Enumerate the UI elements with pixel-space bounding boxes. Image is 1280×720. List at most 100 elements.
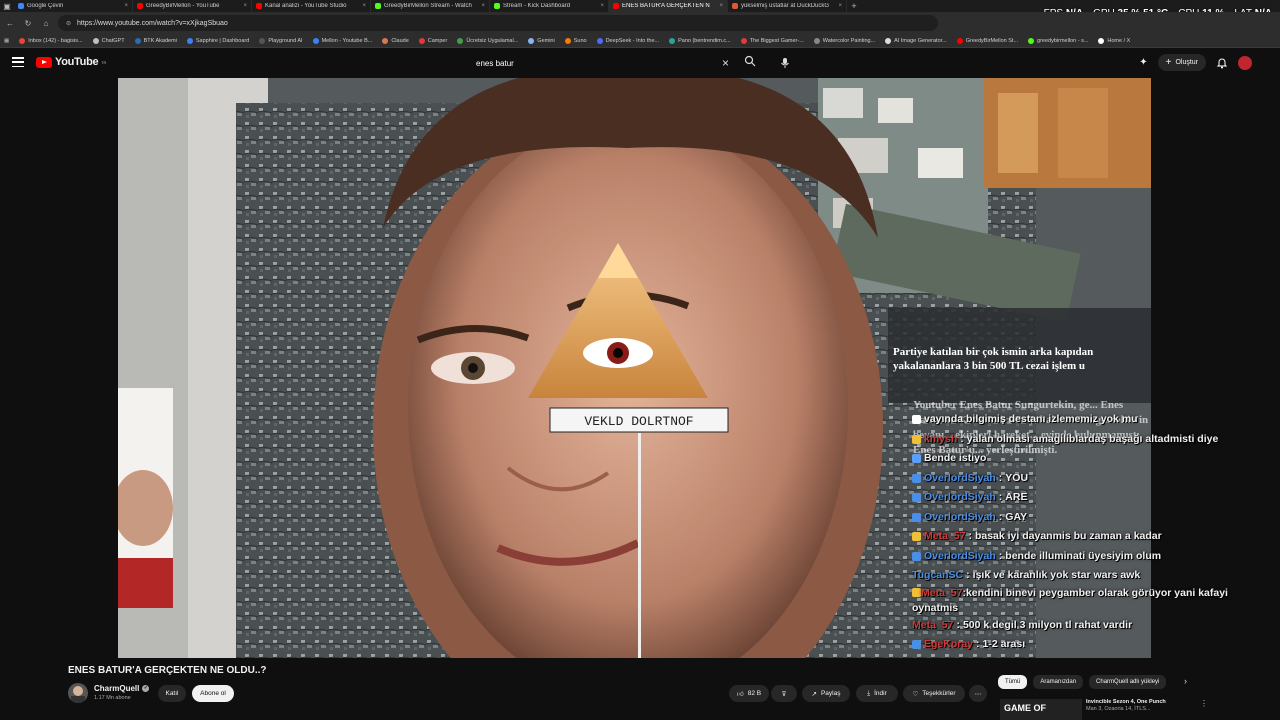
chat-text: bende illuminati üyesiyim olum [1005,549,1162,562]
bookmark-label: Playground AI [268,37,303,44]
bookmark-label: Camper [427,37,448,44]
more-icon: ⋯ [974,690,982,698]
bookmark-label: Inbox (142) - bagisis... [28,37,83,44]
tab-title: Kanal analizi - YouTube Studio [265,3,347,9]
youtube-logo[interactable]: YouTube TR [36,56,106,68]
chat-separator: : [998,491,1003,503]
browser-tab[interactable]: Stream - Kick Dashboard × [490,0,609,12]
share-button[interactable]: ↗ Paylaş [802,685,850,702]
thumbs-down-icon: ⊽ [781,690,787,698]
filter-chip[interactable]: Aramanızdan [1033,675,1084,689]
site-info-icon[interactable]: ⊜ [66,20,71,27]
tab-close-icon[interactable]: × [719,3,723,9]
bookmark-item[interactable]: Suno [564,37,587,44]
browser-tab[interactable]: yükselmiş üstatlar at DuckDuckG × [728,0,847,12]
bookmark-item[interactable]: Watercolor Painting... [813,37,876,44]
cast-icon[interactable]: ✦ [1139,57,1147,68]
channel-avatar[interactable] [68,683,88,703]
bookmark-item[interactable]: Inbox (142) - bagisis... [19,37,83,44]
reload-icon[interactable]: ↻ [22,19,34,28]
bookmark-item[interactable]: Claude [382,37,409,44]
plus-icon: + [1165,57,1172,68]
account-avatar[interactable] [1238,55,1252,70]
bookmark-item[interactable]: Ücretsiz Uygulamal... [457,37,518,44]
guide-menu-icon[interactable] [12,57,24,67]
bookmark-item[interactable]: Mellon - Youtube B... [312,37,372,44]
browser-tab[interactable]: ENES BATUR'A GERÇEKTEN N × [609,0,728,12]
tab-close-icon[interactable]: × [481,3,485,9]
chat-separator: : [966,569,970,581]
chat-text: GAY [1005,510,1028,523]
bookmark-label: BTK Akademi [143,37,177,44]
bookmark-favicon-icon [186,37,193,44]
thumb-text: GAME OF [1004,703,1046,713]
tab-close-icon[interactable]: × [362,3,366,9]
tab-close-icon[interactable]: × [124,3,128,9]
tab-close-icon[interactable]: × [600,3,604,9]
tab-close-icon[interactable]: × [243,3,247,9]
browser-menu-icon[interactable]: ▣ [0,2,14,11]
chat-username: OverlordSiyah [924,471,996,484]
browser-tab[interactable]: Kanal analizi - YouTube Studio × [252,0,371,12]
bookmark-item[interactable]: Playground AI [259,37,303,44]
browser-tab[interactable]: GreedyBirMellon - YouTube × [133,0,252,12]
browser-tab[interactable]: GreedyBirMellon Stream - Watch × [371,0,490,12]
download-button[interactable]: ⤓ İndir [856,685,898,702]
home-icon[interactable]: ⌂ [40,19,52,28]
bookmark-label: Watercolor Painting... [822,37,876,44]
filter-chip[interactable]: Tümü [998,675,1028,689]
next-video-menu-icon[interactable]: ⋮ [1200,699,1208,708]
like-button[interactable]: 👍︎ 82 B [729,685,769,702]
subscribe-button[interactable]: Abone ol [192,685,234,702]
chat-text: ARE [1005,491,1028,503]
chat-message: Meta_57: basak iyi dayanmis bu zaman a ka… [912,527,1252,547]
bookmark-label: The Biggest Gamer-... [749,37,804,44]
chat-username: OverlordSiyah [924,491,996,503]
chips-next-icon[interactable]: › [1184,676,1187,686]
next-video-thumbnail[interactable]: GAME OF [1000,699,1082,720]
chat-text: basak iyi dayanmis bu zaman a kadar [974,530,1162,542]
chat-username: TugcanSC [912,569,964,581]
chat-separator: : [998,471,1003,484]
bookmark-item[interactable]: DeepSeek - Into the... [596,37,659,44]
url-input[interactable]: ⊜ https://www.youtube.com/watch?v=xXjkag… [58,15,938,31]
bookmark-item[interactable]: Gemini [528,37,555,44]
bookmarks-bar: ▦ Inbox (142) - bagisis... ChatGPT BTK Aka… [0,34,1280,48]
bookmark-favicon-icon [312,37,319,44]
bookmark-item[interactable]: Camper [418,37,448,44]
tab-title: ENES BATUR'A GERÇEKTEN N [622,3,710,9]
clear-search-icon[interactable]: × [722,56,729,70]
bookmark-item[interactable]: BTK Akademi [134,37,177,44]
bookmark-item[interactable]: Home / X [1098,37,1130,44]
bookmark-item[interactable]: greedybirmellon - s... [1028,37,1088,44]
bookmark-item[interactable]: ChatGPT [92,37,125,44]
bookmark-item[interactable]: GreedyBirMellon St... [956,37,1018,44]
apps-icon[interactable]: ▦ [4,38,9,44]
chat-username: OverlordSiyah [924,549,996,562]
filter-chip[interactable]: CharmQuell adlı yükleyi [1089,675,1167,689]
next-video-title: Invincible Sezon 4, One Punch [1086,699,1166,705]
create-button[interactable]: + Oluştur [1157,54,1206,71]
search-icon[interactable] [744,55,756,67]
browser-tab[interactable]: Google Çeviri × [14,0,133,12]
bookmark-item[interactable]: The Biggest Gamer-... [740,37,804,44]
notifications-bell-icon[interactable] [1216,57,1228,69]
thanks-button[interactable]: ♡ Teşekkürler [903,685,965,702]
dislike-button[interactable]: ⊽ [771,685,797,702]
tab-close-icon[interactable]: × [838,3,842,9]
search-input[interactable]: enes batur × [468,53,768,73]
back-icon[interactable]: ← [4,19,16,28]
address-bar-row: ← ↻ ⌂ ⊜ https://www.youtube.com/watch?v=… [0,12,1280,34]
next-video-item[interactable]: GAME OF Invincible Sezon 4, One Punch Ma… [1000,699,1208,720]
bookmark-item[interactable]: Sapphire | Dashboard [186,37,249,44]
join-button[interactable]: Katıl [158,685,186,702]
chat-text: ışık ve karanlık yok star wars awk [972,569,1141,581]
microphone-icon[interactable] [779,57,791,69]
more-actions-button[interactable]: ⋯ [969,685,987,702]
bookmark-item[interactable]: Pano (bentrendim.c... [669,37,731,44]
new-tab-icon[interactable]: + [847,1,861,11]
bookmark-item[interactable]: AI Image Generator... [885,37,947,44]
youtube-country-code: TR [101,59,107,65]
channel-name-row[interactable]: CharmQuell ✓ [94,684,150,693]
chat-username: Meta_57 [912,618,954,631]
